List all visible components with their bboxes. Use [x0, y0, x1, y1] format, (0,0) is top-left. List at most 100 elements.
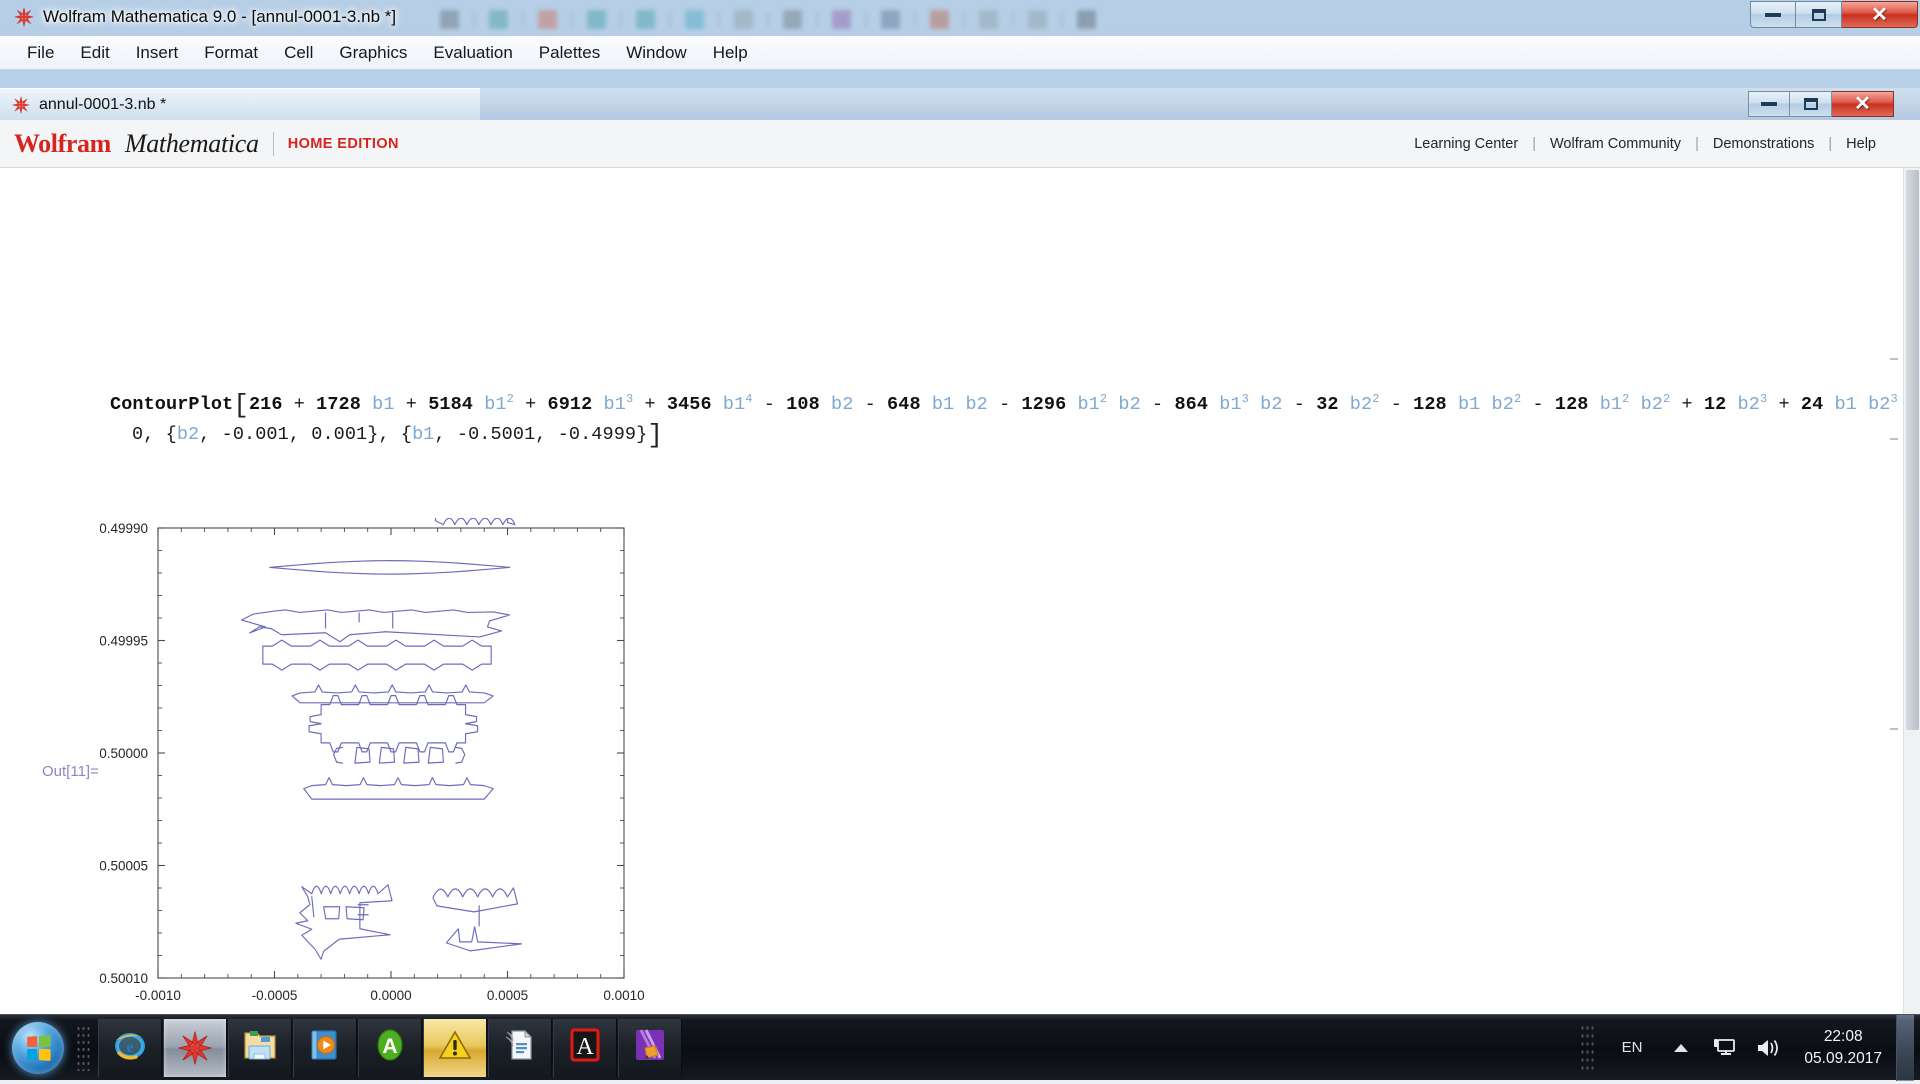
ghost-icon — [783, 9, 802, 29]
ghost-icon — [881, 9, 900, 29]
notebook-vertical-scrollbar[interactable] — [1903, 168, 1920, 1048]
menu-item-evaluation[interactable]: Evaluation — [420, 39, 525, 67]
input-cell-expression[interactable]: ContourPlot[216 + 1728 b1 + 5184 b12 + 6… — [110, 390, 1920, 450]
wolfram-brand-bar: Wolfram Mathematica HOME EDITION Learnin… — [0, 120, 1920, 168]
brand-mathematica-text: Mathematica — [124, 128, 259, 158]
mathematica-spikey-icon — [178, 1030, 212, 1065]
clock[interactable]: 22:08 05.09.2017 — [1804, 1026, 1882, 1070]
start-button[interactable] — [6, 1019, 70, 1077]
title-bar[interactable]: Wolfram Mathematica 9.0 - [annul-0001-3.… — [0, 0, 1920, 36]
clock-date: 05.09.2017 — [1804, 1049, 1882, 1067]
minimize-button[interactable] — [1750, 1, 1796, 28]
contour-path — [323, 906, 341, 920]
menu-item-cell[interactable]: Cell — [271, 39, 326, 67]
taskbar-button-file-explorer[interactable] — [228, 1018, 292, 1077]
scrollbar-thumb[interactable] — [1906, 170, 1919, 730]
chevron-up-icon[interactable] — [1674, 1043, 1689, 1052]
close-button[interactable]: ✕ — [1842, 1, 1918, 28]
taskbar-button-internet-explorer[interactable]: e — [98, 1018, 162, 1077]
taskbar-button-mathematica[interactable] — [163, 1018, 227, 1077]
notebook-canvas[interactable]: ContourPlot[216 + 1728 b1 + 5184 b12 + 6… — [0, 168, 1920, 1048]
y-tick-label: -0.50005 — [100, 859, 148, 874]
document-minimize-button[interactable] — [1748, 91, 1790, 117]
menu-item-window[interactable]: Window — [613, 39, 699, 67]
taskbar-button-antivirus[interactable]: A — [358, 1018, 422, 1077]
brand-edition-label: HOME EDITION — [287, 135, 399, 152]
ghost-separator — [816, 11, 818, 27]
document-titlebar-filler — [480, 88, 1920, 120]
ghost-icon — [587, 9, 606, 29]
close-icon: ✕ — [1854, 93, 1871, 115]
show-desktop-button[interactable] — [1896, 1014, 1914, 1081]
menu-item-palettes[interactable]: Palettes — [526, 39, 613, 67]
y-tick-label: -0.49990 — [100, 521, 148, 536]
svg-text:e: e — [126, 1039, 133, 1056]
x-tick-label: -0.0010 — [135, 988, 181, 1003]
link-demonstrations[interactable]: Demonstrations — [1699, 136, 1829, 152]
ghost-separator — [718, 11, 720, 27]
y-tick-label: -0.49995 — [100, 634, 148, 649]
windows-taskbar: e A A EN 22:08 05.09.2017 — [0, 1014, 1920, 1081]
document-maximize-button[interactable] — [1790, 91, 1832, 117]
contour-path — [240, 609, 511, 643]
contour-path — [291, 684, 494, 704]
brand-divider — [272, 131, 274, 156]
taskbar-button-acrobat-reader[interactable]: A — [553, 1018, 617, 1077]
ghost-icon — [1028, 9, 1047, 29]
link-wolfram-community[interactable]: Wolfram Community — [1536, 136, 1695, 152]
ghost-icon — [979, 9, 998, 29]
tray-grip[interactable] — [1579, 1023, 1594, 1072]
scroll-tick — [1890, 728, 1898, 730]
ghost-toolbar-behind-titlebar — [440, 6, 1096, 32]
svg-text:A: A — [382, 1035, 397, 1058]
plot-frame — [157, 527, 625, 979]
contour-path — [403, 746, 420, 764]
ghost-separator — [620, 11, 622, 27]
ghost-separator — [669, 11, 671, 27]
ghost-separator — [865, 11, 867, 27]
menu-item-graphics[interactable]: Graphics — [326, 39, 420, 67]
maximize-button[interactable] — [1796, 1, 1842, 28]
document-close-button[interactable]: ✕ — [1832, 91, 1894, 117]
taskbar-button-document-app[interactable] — [488, 1018, 552, 1077]
contour-path — [311, 896, 315, 918]
network-monitor-icon[interactable] — [1713, 1037, 1737, 1059]
folder-icon — [242, 1028, 278, 1067]
menu-item-edit[interactable]: Edit — [67, 39, 122, 67]
adobe-acrobat-icon: A — [570, 1028, 600, 1067]
brand-links: Learning Center | Wolfram Community | De… — [1400, 136, 1920, 152]
tray-language-indicator[interactable]: EN — [1622, 1039, 1643, 1056]
ghost-icon — [930, 9, 949, 29]
contour-path — [378, 746, 396, 764]
brand-logo-group: Wolfram Mathematica HOME EDITION — [0, 129, 399, 159]
ghost-separator — [1012, 11, 1014, 27]
contour-path — [262, 639, 492, 671]
link-learning-center[interactable]: Learning Center — [1400, 136, 1532, 152]
menu-item-format[interactable]: Format — [191, 39, 271, 67]
system-tray: EN 22:08 05.09.2017 — [1579, 1014, 1920, 1081]
contour-path — [269, 560, 511, 575]
menu-item-help[interactable]: Help — [700, 39, 761, 67]
contour-plot[interactable]: -0.0010 -0.0005 0.0000 0.0005 0.0010 -0.49990… — [95, 480, 680, 1018]
taskbar-button-alert-app[interactable] — [423, 1018, 487, 1077]
speaker-icon[interactable] — [1755, 1037, 1781, 1059]
taskbar-grip[interactable] — [76, 1024, 92, 1071]
contour-path — [445, 926, 523, 952]
menu-item-file[interactable]: File — [14, 39, 67, 67]
taskbar-button-onenote[interactable] — [618, 1018, 682, 1077]
menu-item-insert[interactable]: Insert — [123, 39, 192, 67]
green-a-icon: A — [373, 1028, 407, 1067]
document-title-bar[interactable]: annul-0001-3.nb * ✕ — [0, 88, 1920, 120]
ghost-icon — [636, 9, 655, 29]
expression-line-1: ContourPlot[216 + 1728 b1 + 5184 b12 + 6… — [110, 390, 1920, 420]
contour-path — [455, 746, 466, 764]
contour-path — [308, 695, 479, 753]
taskbar-button-media-player[interactable] — [293, 1018, 357, 1077]
document-tab-active[interactable]: annul-0001-3.nb * — [0, 88, 480, 120]
windows-flag-icon — [27, 1034, 51, 1061]
x-tick-label: 0.0010 — [603, 988, 644, 1003]
x-tick-label: -0.0005 — [252, 988, 298, 1003]
link-help[interactable]: Help — [1832, 136, 1890, 152]
window-title-text: Wolfram Mathematica 9.0 - [annul-0001-3.… — [43, 7, 397, 26]
expression-line-2: 0, {b2, -0.001, 0.001}, {b1, -0.5001, -0… — [132, 420, 664, 450]
